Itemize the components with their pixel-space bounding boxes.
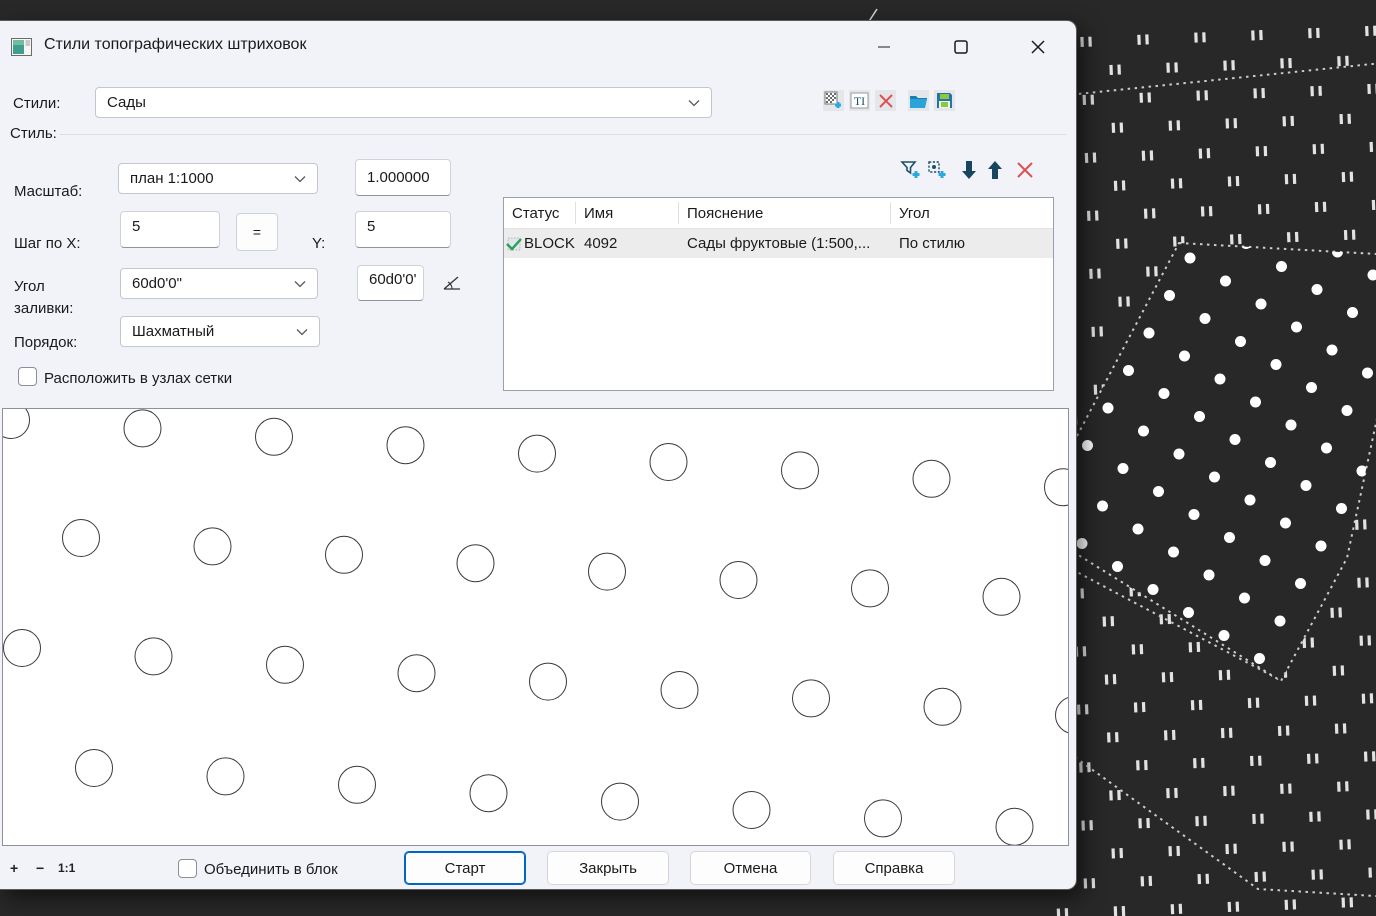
chevron-down-icon [296,328,308,336]
help-button[interactable]: Справка [833,851,955,885]
step-y-value: 5 [367,218,375,235]
cell-name: 4092 [576,235,679,252]
combine-block-label: Объединить в блок [204,861,338,878]
maximize-icon [954,40,968,54]
angle-icon [442,273,462,291]
cell-angle: По стилю [891,235,1051,252]
save-style-file-button[interactable] [934,90,955,111]
close-dialog-button[interactable]: Закрыть [547,851,669,885]
cell-status-text: BLOCK [524,235,575,252]
step-x-label: Шаг по X: [14,235,81,252]
remove-block-button[interactable] [1014,159,1036,181]
start-button[interactable]: Старт [404,851,526,885]
cell-status: BLOCK [504,235,576,252]
chevron-down-icon [688,99,700,107]
zoom-in-button[interactable]: + [10,860,18,876]
style-select-value: Сады [107,94,146,111]
fill-angle-select[interactable]: 60d0'0" [120,268,318,299]
block-checked-icon[interactable] [506,236,523,252]
minimize-icon [878,46,890,48]
fill-angle-label: Угол заливки: [14,276,106,320]
scale-label: Масштаб: [14,183,82,200]
style-select[interactable]: Сады [95,87,712,118]
delete-style-icon [878,93,894,109]
move-up-icon [986,160,1004,180]
add-block-icon [926,159,948,181]
grid-nodes-checkbox[interactable] [18,367,37,386]
zoom-out-button[interactable]: − [36,860,44,876]
svg-text:TI: TI [854,94,865,108]
add-style-button[interactable] [823,90,844,111]
screen: Стили топографических штриховок Стили: С… [0,0,1376,916]
add-filter-icon [900,159,922,181]
close-icon [1031,40,1045,54]
step-y-input[interactable]: 5 [355,211,451,248]
add-block-button[interactable] [926,159,948,181]
save-file-icon [936,92,953,109]
add-style-icon [824,91,843,110]
app-icon [11,38,32,56]
delete-style-button[interactable] [875,90,896,111]
move-down-button[interactable] [958,159,980,181]
cell-note: Сады фруктовые (1:500,... [679,235,891,252]
styles-label: Стили: [13,95,60,112]
chevron-down-icon [294,175,306,183]
step-x-input[interactable]: 5 [120,211,220,248]
pattern-preview-canvas [3,409,1068,845]
pick-angle-button[interactable] [441,271,463,293]
window-title: Стили топографических штриховок [44,36,306,54]
order-select[interactable]: Шахматный [120,316,320,347]
step-x-value: 5 [132,218,140,235]
scale-factor-value: 1.000000 [367,169,430,186]
open-style-file-button[interactable] [908,90,929,111]
remove-icon [1016,161,1034,179]
fill-angle-value: 60d0'0" [132,275,182,292]
order-label: Порядок: [14,334,77,351]
dialog-hatch-styles: Стили топографических штриховок Стили: С… [0,20,1077,890]
style-group-label: Стиль: [10,125,57,142]
col-name[interactable]: Имя [576,202,679,224]
col-status[interactable]: Статус [504,202,576,224]
zoom-reset-button[interactable]: 1:1 [58,861,75,875]
step-y-label: Y: [312,235,325,252]
equal-steps-label: = [253,224,261,240]
help-button-label: Справка [865,860,924,877]
scale-select[interactable]: план 1:1000 [118,163,318,194]
pattern-preview [2,408,1069,846]
equal-steps-button[interactable]: = [236,213,278,251]
open-folder-icon [909,93,928,109]
rename-style-button[interactable]: TI [849,90,870,111]
blocks-table: Статус Имя Пояснение Угол BLOCK 4092 Сад… [503,197,1054,391]
titlebar[interactable]: Стили топографических штриховок [0,21,1076,73]
table-header: Статус Имя Пояснение Угол [504,198,1053,229]
minimize-button[interactable] [861,30,907,64]
close-button[interactable] [1015,30,1061,64]
move-down-icon [960,160,978,180]
chevron-down-icon [294,280,306,288]
cancel-button[interactable]: Отмена [690,851,811,885]
fill-angle-manual-input[interactable]: 60d0'0' [357,265,424,301]
add-filter-button[interactable] [900,159,922,181]
close-button-label: Закрыть [579,860,637,877]
grid-nodes-label: Расположить в узлах сетки [44,370,232,387]
rename-style-icon: TI [850,91,869,110]
table-row[interactable]: BLOCK 4092 Сады фруктовые (1:500,... По … [504,229,1053,258]
scale-factor-input[interactable]: 1.000000 [355,159,451,196]
cancel-button-label: Отмена [724,860,778,877]
col-note[interactable]: Пояснение [679,202,891,224]
start-button-label: Старт [445,860,486,877]
fill-angle-manual-value: 60d0'0' [369,271,416,288]
move-up-button[interactable] [984,159,1006,181]
col-angle[interactable]: Угол [891,202,1051,224]
scale-select-value: план 1:1000 [130,170,214,187]
combine-block-checkbox[interactable] [178,859,197,878]
style-group-line [60,134,1066,135]
order-select-value: Шахматный [132,323,214,340]
maximize-button[interactable] [938,30,984,64]
